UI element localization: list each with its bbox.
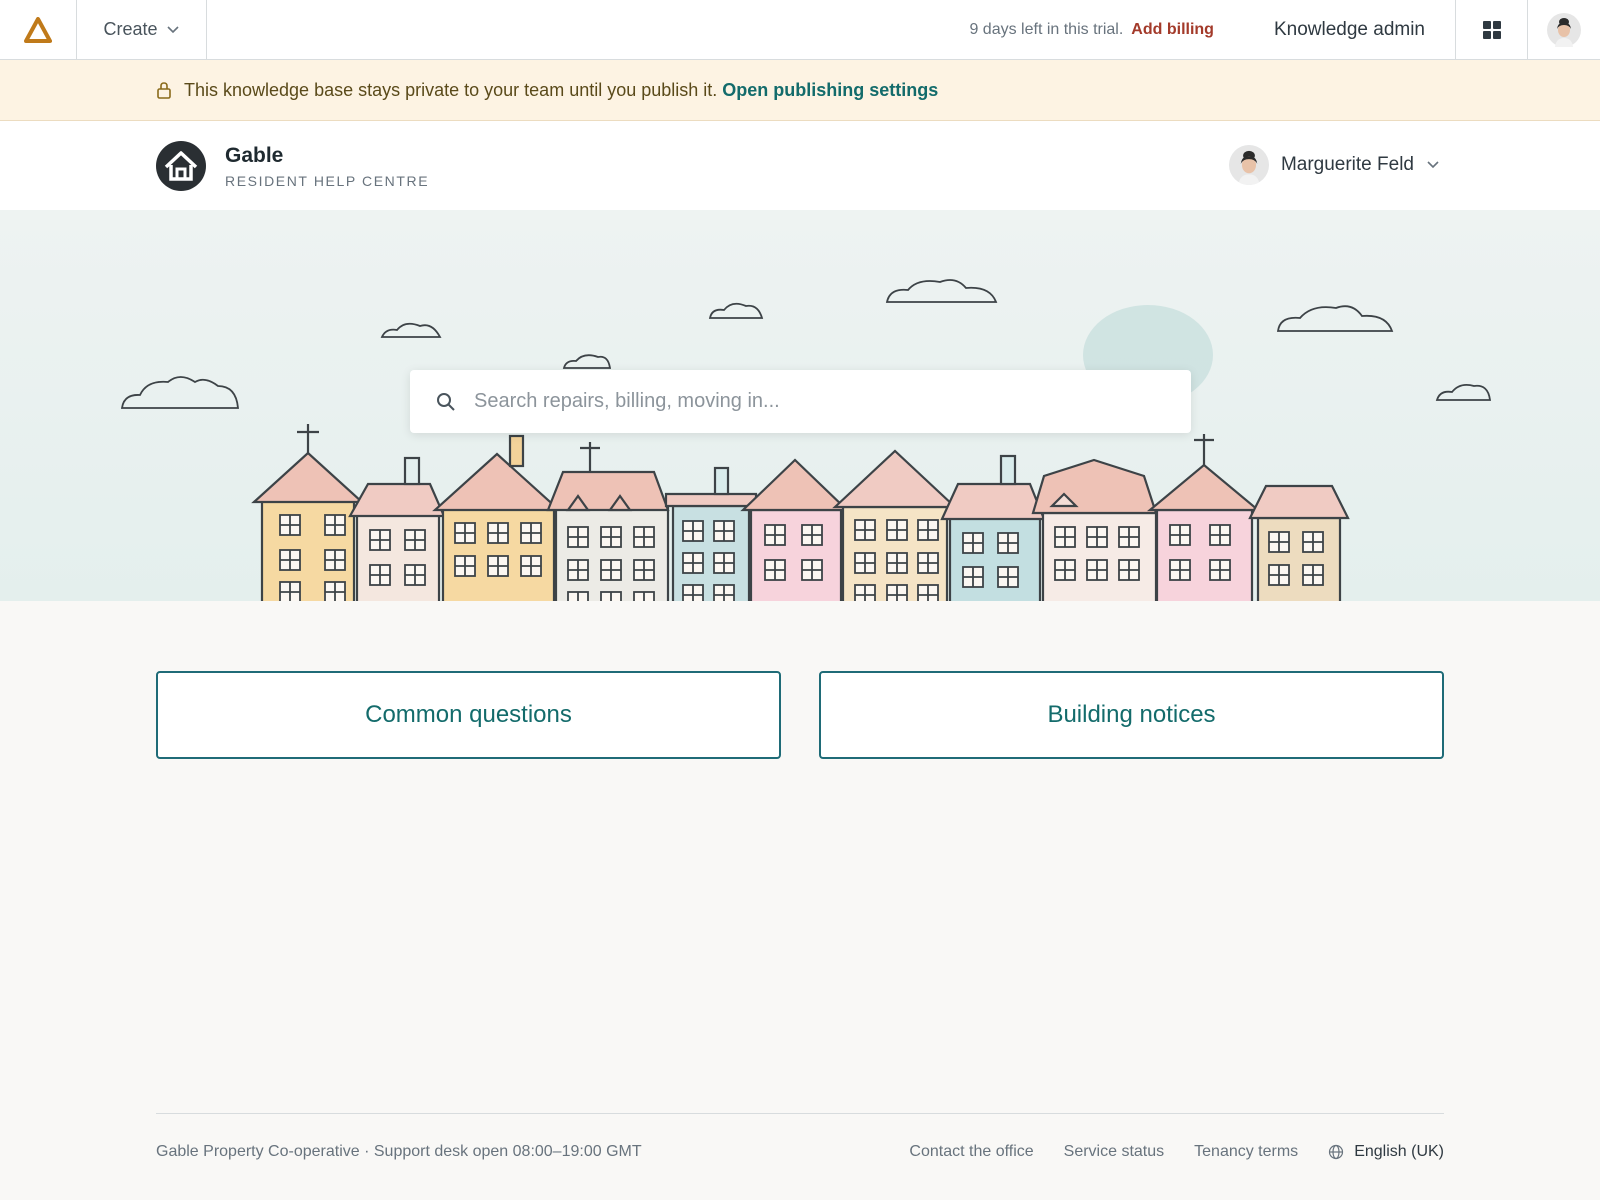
account-avatar-button[interactable] xyxy=(1528,0,1600,59)
lock-icon xyxy=(157,82,171,99)
language-selector[interactable]: English (UK) xyxy=(1328,1143,1444,1161)
product-logo[interactable] xyxy=(0,0,77,59)
globe-icon xyxy=(1329,1144,1344,1160)
create-label: Create xyxy=(103,19,158,39)
private-notice-banner: This knowledge base stays private to you… xyxy=(0,60,1600,121)
brand-name: Gable xyxy=(225,144,284,167)
house-logo-icon[interactable] xyxy=(156,141,206,191)
chevron-down-icon xyxy=(166,25,179,33)
user-name: Marguerite Feld xyxy=(1280,154,1414,175)
user-menu[interactable]: Marguerite Feld xyxy=(1228,145,1440,185)
contact-office-link[interactable]: Contact the office xyxy=(909,1143,1033,1161)
trial-status: 9 days left in this trial. Add billing xyxy=(969,0,1254,59)
trial-text: 9 days left in this trial. xyxy=(969,20,1124,38)
footer-divider xyxy=(156,1113,1444,1114)
brand-header: Gable RESIDENT HELP CENTRE Marguerite Fe… xyxy=(0,121,1600,210)
brand-subtitle: RESIDENT HELP CENTRE xyxy=(225,173,430,189)
publishing-settings-link[interactable]: Open publishing settings xyxy=(722,80,938,101)
apps-grid-icon xyxy=(1482,20,1501,39)
footer-links: Contact the office Service status Tenanc… xyxy=(909,1143,1444,1161)
search-icon xyxy=(437,392,455,411)
triangle-logo-icon xyxy=(24,16,52,43)
footer-info: Gable Property Co-operative · Support de… xyxy=(156,1143,642,1160)
avatar xyxy=(1547,12,1581,47)
avatar-photo xyxy=(1228,145,1269,185)
category-label: Common questions xyxy=(365,701,572,728)
category-label: Building notices xyxy=(1047,701,1216,728)
add-billing-link[interactable]: Add billing xyxy=(1131,21,1214,39)
user-avatar xyxy=(1228,145,1269,185)
top-bar: Create 9 days left in this trial. Add bi… xyxy=(0,0,1600,60)
notice-text: This knowledge base stays private to you… xyxy=(184,79,718,100)
search-input[interactable] xyxy=(474,390,1134,413)
category-card-common-questions[interactable]: Common questions xyxy=(156,671,781,759)
category-card-building-notices[interactable]: Building notices xyxy=(819,671,1444,759)
tenancy-terms-link[interactable]: Tenancy terms xyxy=(1194,1143,1298,1161)
knowledge-admin-link[interactable]: Knowledge admin xyxy=(1254,0,1456,59)
apps-button[interactable] xyxy=(1456,0,1528,59)
hero-banner xyxy=(0,210,1600,601)
chevron-down-icon xyxy=(1427,161,1439,169)
create-menu-button[interactable]: Create xyxy=(77,0,207,59)
language-label: English (UK) xyxy=(1354,1143,1444,1160)
search-box[interactable] xyxy=(410,370,1191,433)
service-status-link[interactable]: Service status xyxy=(1064,1143,1164,1161)
